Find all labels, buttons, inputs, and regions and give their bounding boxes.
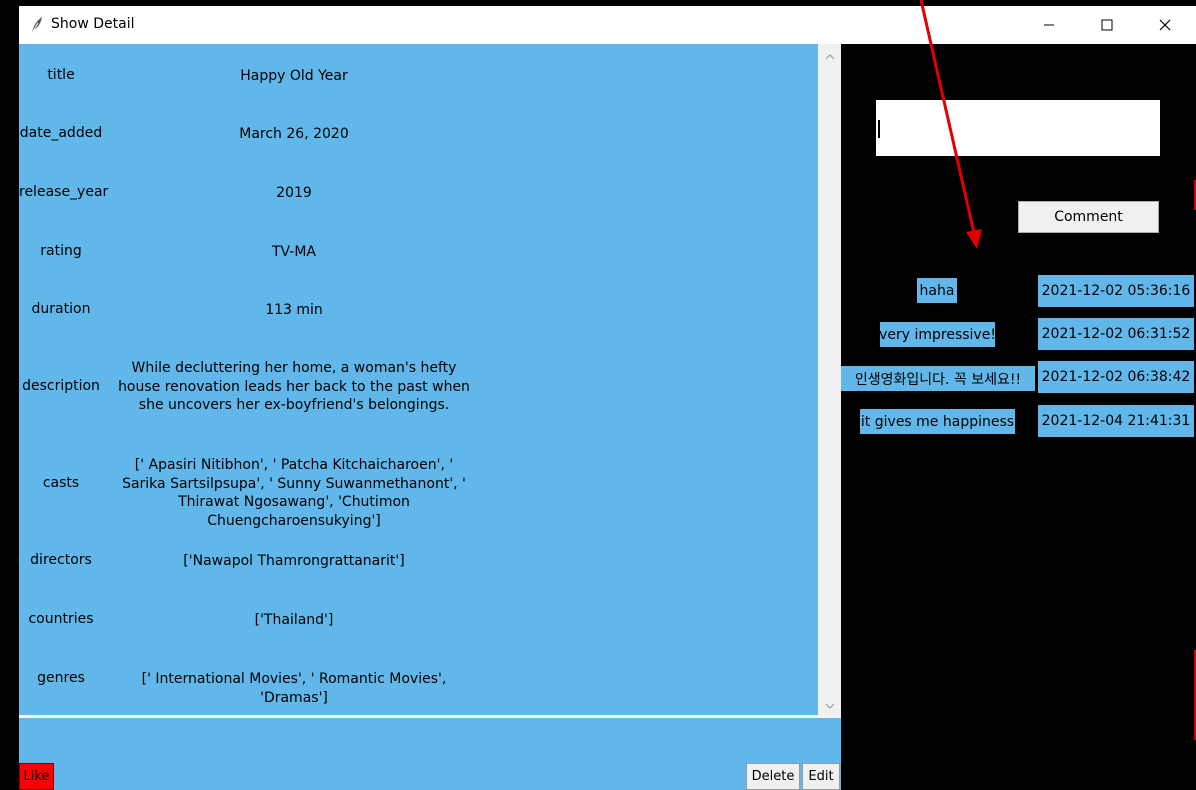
annotation-arrow — [919, 0, 982, 249]
